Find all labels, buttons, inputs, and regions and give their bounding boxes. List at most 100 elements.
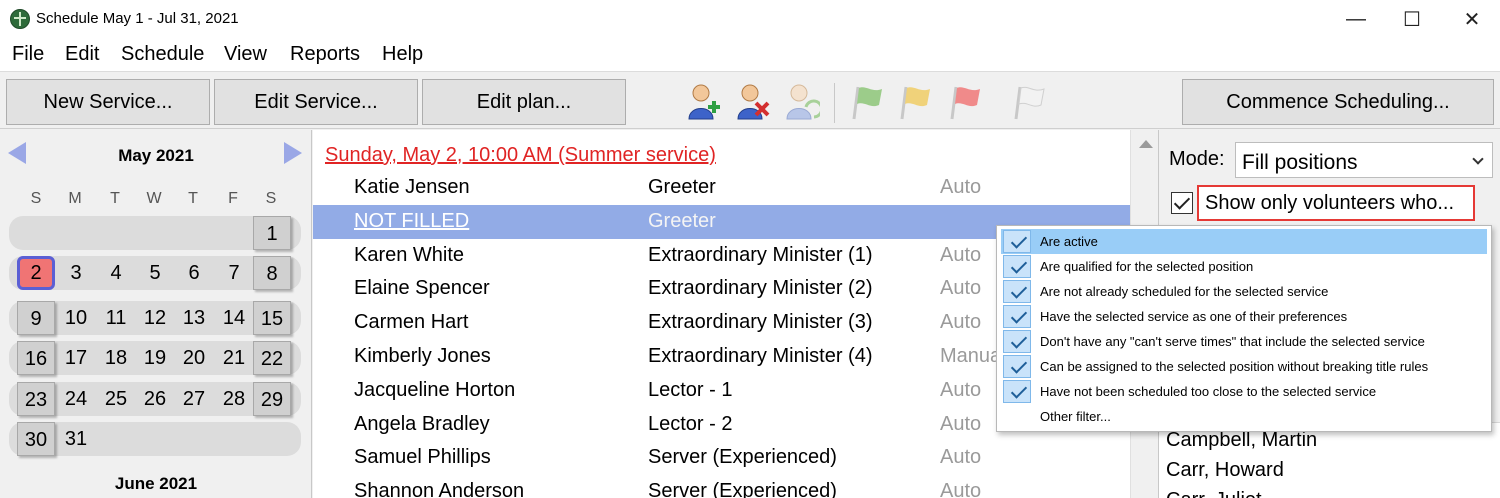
- volunteer-name: NOT FILLED: [354, 209, 470, 232]
- volunteer-name: Katie Jensen: [354, 176, 470, 198]
- filter-menu-item[interactable]: Have the selected service as one of thei…: [1001, 304, 1487, 329]
- menu-view[interactable]: View: [224, 43, 267, 66]
- weekday-label: F: [228, 190, 238, 207]
- assignment-mode: Auto: [940, 277, 982, 300]
- toolbar-separator: [834, 83, 835, 123]
- edit-plan-button[interactable]: Edit plan...: [422, 79, 626, 125]
- minimize-button[interactable]: —: [1329, 0, 1383, 38]
- calendar-day[interactable]: 8: [253, 256, 291, 290]
- calendar-day[interactable]: 15: [253, 301, 291, 335]
- filter-menu-item[interactable]: Don't have any "can't serve times" that …: [1001, 329, 1487, 354]
- table-row[interactable]: Katie Jensen Greeter Auto: [313, 171, 1130, 205]
- volunteer-list: Campbell, Martin Carr, Howard Carr, Juli…: [1159, 422, 1500, 498]
- scroll-up-icon[interactable]: [1139, 140, 1153, 148]
- filter-menu-item[interactable]: Other filter...: [1001, 404, 1487, 429]
- calendar-day[interactable]: 2: [17, 256, 55, 290]
- filter-menu-item[interactable]: Have not been scheduled too close to the…: [1001, 379, 1487, 404]
- calendar-day[interactable]: 27: [175, 382, 213, 416]
- table-row[interactable]: Shannon Anderson Server (Experienced) Auto: [313, 475, 1130, 498]
- calendar-day[interactable]: 22: [253, 341, 291, 375]
- calendar-day[interactable]: 19: [136, 341, 174, 375]
- volunteer-name: Elaine Spencer: [354, 277, 490, 300]
- app-logo-icon: [10, 9, 30, 29]
- calendar-day[interactable]: 1: [253, 216, 291, 250]
- mode-select[interactable]: Fill positions: [1235, 142, 1493, 178]
- swap-volunteer-icon[interactable]: [784, 83, 820, 121]
- calendar-day[interactable]: 25: [97, 382, 135, 416]
- calendar-day[interactable]: 24: [57, 382, 95, 416]
- yellow-flag-icon[interactable]: [900, 83, 936, 121]
- calendar-day[interactable]: 20: [175, 341, 213, 375]
- red-flag-icon[interactable]: [950, 83, 986, 121]
- calendar-day[interactable]: 5: [136, 256, 174, 290]
- show-only-filter-button[interactable]: Show only volunteers who...: [1197, 185, 1475, 221]
- close-button[interactable]: ✕: [1445, 0, 1499, 38]
- remove-volunteer-icon[interactable]: [735, 83, 771, 121]
- white-flag-icon[interactable]: [1014, 83, 1050, 121]
- service-header-link[interactable]: Sunday, May 2, 10:00 AM (Summer service): [325, 144, 716, 167]
- calendar-day[interactable]: 21: [215, 341, 253, 375]
- new-service-button[interactable]: New Service...: [6, 79, 210, 125]
- calendar-day[interactable]: 4: [97, 256, 135, 290]
- calendar-day[interactable]: 11: [97, 301, 135, 335]
- calendar-day[interactable]: 12: [136, 301, 174, 335]
- calendar-day[interactable]: 26: [136, 382, 174, 416]
- calendar-day[interactable]: 17: [57, 341, 95, 375]
- assignment-mode: Manual: [940, 345, 1000, 367]
- menu-file[interactable]: File: [12, 43, 44, 66]
- calendar-day[interactable]: 18: [97, 341, 135, 375]
- commence-scheduling-button[interactable]: Commence Scheduling...: [1182, 79, 1494, 125]
- calendar-day[interactable]: 31: [57, 422, 95, 456]
- calendar-day[interactable]: 13: [175, 301, 213, 335]
- show-only-checkbox[interactable]: [1171, 192, 1193, 214]
- volunteer-name: Shannon Anderson: [354, 480, 525, 498]
- menu-schedule[interactable]: Schedule: [121, 43, 204, 66]
- calendar-day[interactable]: 29: [253, 382, 291, 416]
- edit-service-button[interactable]: Edit Service...: [214, 79, 418, 125]
- assignment-mode: Auto: [940, 480, 982, 498]
- filter-menu-item[interactable]: Can be assigned to the selected position…: [1001, 354, 1487, 379]
- calendar-day[interactable]: 3: [57, 256, 95, 290]
- filter-menu-label: Can be assigned to the selected position…: [1040, 359, 1429, 374]
- calendar-day[interactable]: 16: [17, 341, 55, 375]
- calendar-day[interactable]: 7: [215, 256, 253, 290]
- filter-menu-item[interactable]: Are qualified for the selected position: [1001, 254, 1487, 279]
- checkmark-icon: [1003, 355, 1031, 378]
- position-name: Extraordinary Minister (3): [648, 311, 873, 334]
- filter-menu-item[interactable]: Are not already scheduled for the select…: [1001, 279, 1487, 304]
- filter-menu-item[interactable]: Are active: [1001, 229, 1487, 254]
- calendar-day[interactable]: 10: [57, 301, 95, 335]
- calendar-day[interactable]: 14: [215, 301, 253, 335]
- menu-reports[interactable]: Reports: [290, 43, 360, 66]
- green-flag-icon[interactable]: [852, 83, 888, 121]
- add-volunteer-icon[interactable]: [686, 83, 722, 121]
- table-row[interactable]: Samuel Phillips Server (Experienced) Auto: [313, 441, 1130, 475]
- volunteer-name: Karen White: [354, 243, 465, 266]
- filter-menu-label: Are qualified for the selected position: [1040, 259, 1254, 274]
- volunteer-item[interactable]: Campbell, Martin: [1166, 429, 1317, 452]
- next-month-icon[interactable]: [284, 142, 302, 164]
- position-name: Lector - 1: [648, 378, 733, 401]
- volunteer-name: Angela Bradley: [354, 412, 490, 435]
- volunteer-item[interactable]: Carr, Howard: [1166, 459, 1284, 482]
- position-name: Extraordinary Minister (1): [648, 243, 873, 266]
- calendar-day[interactable]: 28: [215, 382, 253, 416]
- calendar-day[interactable]: 6: [175, 256, 213, 290]
- title-bar: Schedule May 1 - Jul 31, 2021 — ☐ ✕: [0, 0, 1500, 38]
- menu-help[interactable]: Help: [382, 43, 423, 66]
- menu-edit[interactable]: Edit: [65, 43, 99, 66]
- position-name: Lector - 2: [648, 412, 733, 435]
- calendar-day[interactable]: 23: [17, 382, 55, 416]
- calendar-day[interactable]: 30: [17, 422, 55, 456]
- maximize-button[interactable]: ☐: [1385, 0, 1439, 38]
- weekday-label: T: [188, 190, 198, 207]
- filter-menu-label: Are not already scheduled for the select…: [1040, 284, 1329, 299]
- menu-bar: File Edit Schedule View Reports Help: [0, 38, 1500, 72]
- calendar-month-title: May 2021: [118, 146, 194, 165]
- window-title: Schedule May 1 - Jul 31, 2021: [36, 10, 239, 27]
- weekday-label: T: [110, 190, 120, 207]
- position-name: Server (Experienced): [648, 446, 837, 469]
- checkmark-icon: [1003, 255, 1031, 278]
- calendar-day[interactable]: 9: [17, 301, 55, 335]
- volunteer-item[interactable]: Carr, Juliet...: [1166, 489, 1278, 498]
